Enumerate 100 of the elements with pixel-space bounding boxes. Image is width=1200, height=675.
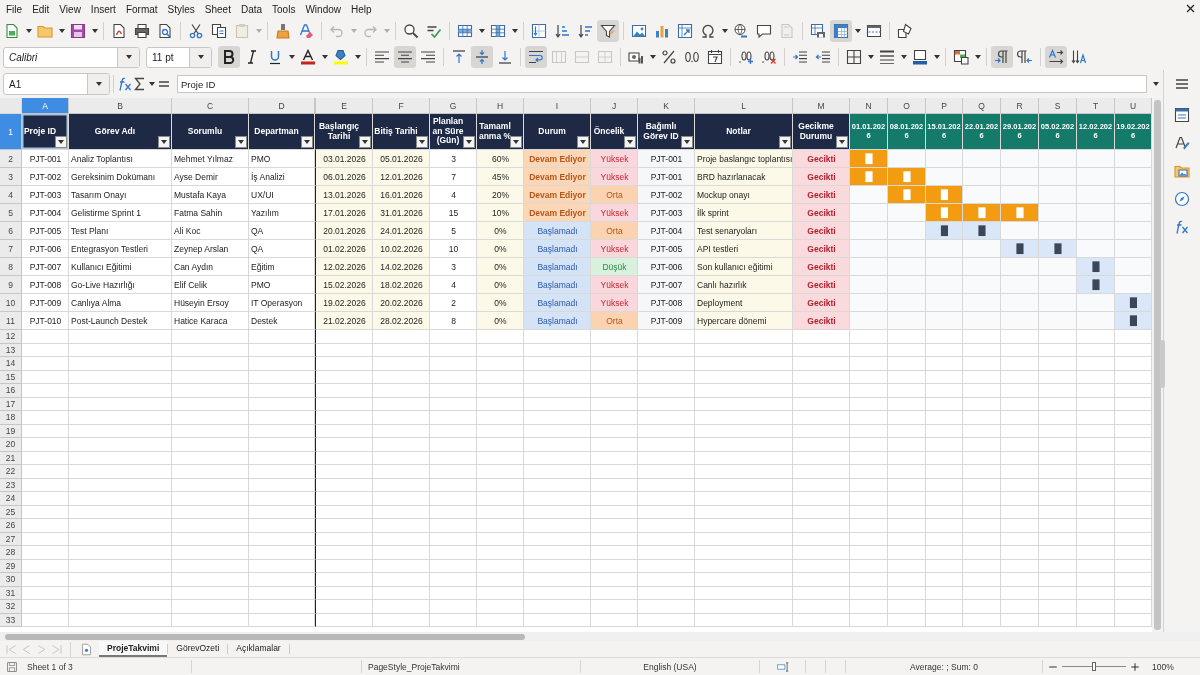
row-header[interactable]: 3 [0, 168, 22, 186]
sheet-tab[interactable]: GörevOzeti [168, 641, 228, 657]
caret-icon [148, 82, 155, 86]
sheet-tab[interactable]: ProjeTakvimi [99, 641, 168, 657]
row-header[interactable]: 18 [0, 411, 22, 425]
column-header[interactable]: R [1001, 98, 1039, 114]
filter-button[interactable] [836, 136, 848, 148]
timeline-cell: █ [926, 222, 963, 240]
filter-button[interactable] [158, 136, 170, 148]
wrap-text-button[interactable] [525, 46, 547, 68]
filter-button[interactable] [681, 136, 693, 148]
bold-button[interactable] [218, 46, 240, 68]
column-header[interactable]: L [695, 98, 793, 114]
formula-input-field[interactable]: Proje ID [177, 75, 1147, 93]
column-header[interactable]: P [926, 98, 963, 114]
sheet-tab[interactable]: Açıklamalar [228, 641, 289, 657]
menu-item[interactable]: Sheet [199, 3, 236, 15]
filter-button[interactable] [779, 136, 791, 148]
column-header[interactable]: U [1115, 98, 1152, 114]
row-header[interactable]: 9 [0, 276, 22, 294]
align-center-button[interactable] [394, 46, 416, 68]
filter-button[interactable] [359, 136, 371, 148]
column-header[interactable]: J [591, 98, 638, 114]
row-header[interactable]: 20 [0, 438, 22, 452]
filter-button[interactable] [301, 136, 313, 148]
horizontal-scrollbar[interactable] [5, 633, 525, 640]
menu-item[interactable]: Format [120, 3, 163, 15]
table-cell: Mehmet Yılmaz [172, 150, 249, 168]
font-size-field[interactable]: 11 pt [146, 46, 212, 68]
font-name-field[interactable]: Calibri [3, 46, 140, 68]
filter-button[interactable] [510, 136, 522, 148]
row-header[interactable]: 12 [0, 330, 22, 344]
menu-item[interactable]: Window [300, 3, 346, 15]
row-header[interactable]: 7 [0, 240, 22, 258]
autofilter-button[interactable] [597, 20, 619, 42]
column-header[interactable]: Q [963, 98, 1001, 114]
column-header[interactable]: F [373, 98, 430, 114]
row-header[interactable]: 32 [0, 600, 22, 614]
row-header[interactable]: 5 [0, 204, 22, 222]
scissors-icon [188, 23, 204, 39]
vertical-text-icon [1071, 49, 1087, 65]
zoom-in-button[interactable] [1129, 660, 1141, 673]
column-header[interactable]: K [638, 98, 695, 114]
row-header[interactable]: 14 [0, 357, 22, 371]
row-header[interactable]: 24 [0, 492, 22, 506]
filter-button[interactable] [577, 136, 589, 148]
sidebar-handle[interactable] [1160, 340, 1165, 388]
freeze-panes-button[interactable] [830, 20, 852, 42]
row-header[interactable]: 2 [0, 150, 22, 168]
menu-item[interactable]: Tools [267, 3, 301, 15]
row-header[interactable]: 26 [0, 519, 22, 533]
row-header[interactable]: 4 [0, 186, 22, 204]
column-header[interactable]: B [69, 98, 172, 114]
dropdown-button[interactable] [189, 47, 211, 67]
row-header[interactable]: 28 [0, 546, 22, 560]
zoom-percentage[interactable]: 100% [1152, 661, 1174, 672]
row-header[interactable]: 8 [0, 258, 22, 276]
column-header[interactable]: E [315, 98, 373, 114]
column-header[interactable]: S [1039, 98, 1077, 114]
filter-button[interactable] [624, 136, 636, 148]
row-header[interactable]: 11 [0, 312, 22, 330]
table-cell: PJT-003 [22, 186, 69, 204]
close-button[interactable] [1184, 2, 1197, 15]
dropdown-button[interactable] [117, 47, 139, 67]
menu-item[interactable]: Styles [162, 3, 200, 15]
left-to-right-button[interactable] [991, 46, 1013, 68]
row-header[interactable]: 10 [0, 294, 22, 312]
menu-item[interactable]: Insert [85, 3, 121, 15]
filter-button[interactable] [55, 136, 67, 148]
column-header[interactable]: O [888, 98, 926, 114]
row-header[interactable]: 6 [0, 222, 22, 240]
zoom-slider-thumb[interactable] [1092, 662, 1096, 671]
column-header[interactable]: C [172, 98, 249, 114]
column-header[interactable]: H [477, 98, 524, 114]
menu-item[interactable]: Edit [27, 3, 55, 15]
column-header[interactable]: N [850, 98, 888, 114]
dropdown-button[interactable] [87, 74, 109, 94]
column-header[interactable]: D [249, 98, 315, 114]
menu-item[interactable]: File [1, 3, 28, 15]
vertical-scrollbar[interactable] [1154, 100, 1161, 630]
filter-button[interactable] [463, 136, 475, 148]
column-header[interactable]: I [524, 98, 591, 114]
row-header[interactable]: 16 [0, 384, 22, 398]
filter-button[interactable] [235, 136, 247, 148]
menu-item[interactable]: View [54, 3, 86, 15]
menu-item[interactable]: Data [235, 3, 268, 15]
menu-item[interactable]: Help [346, 3, 377, 15]
name-box-field[interactable]: A1 [3, 73, 110, 95]
caret-icon [255, 29, 262, 33]
row-header[interactable]: 30 [0, 573, 22, 587]
column-header[interactable]: G [430, 98, 477, 114]
add-sheet-button[interactable] [79, 641, 94, 657]
table-cell: QA [249, 240, 315, 258]
filter-button[interactable] [416, 136, 428, 148]
column-header[interactable]: T [1077, 98, 1115, 114]
text-direction-button[interactable] [1045, 46, 1067, 68]
column-header[interactable]: M [793, 98, 850, 114]
caret-icon [782, 140, 788, 144]
row-header[interactable]: 22 [0, 465, 22, 479]
table-cell: Can Aydın [172, 258, 249, 276]
